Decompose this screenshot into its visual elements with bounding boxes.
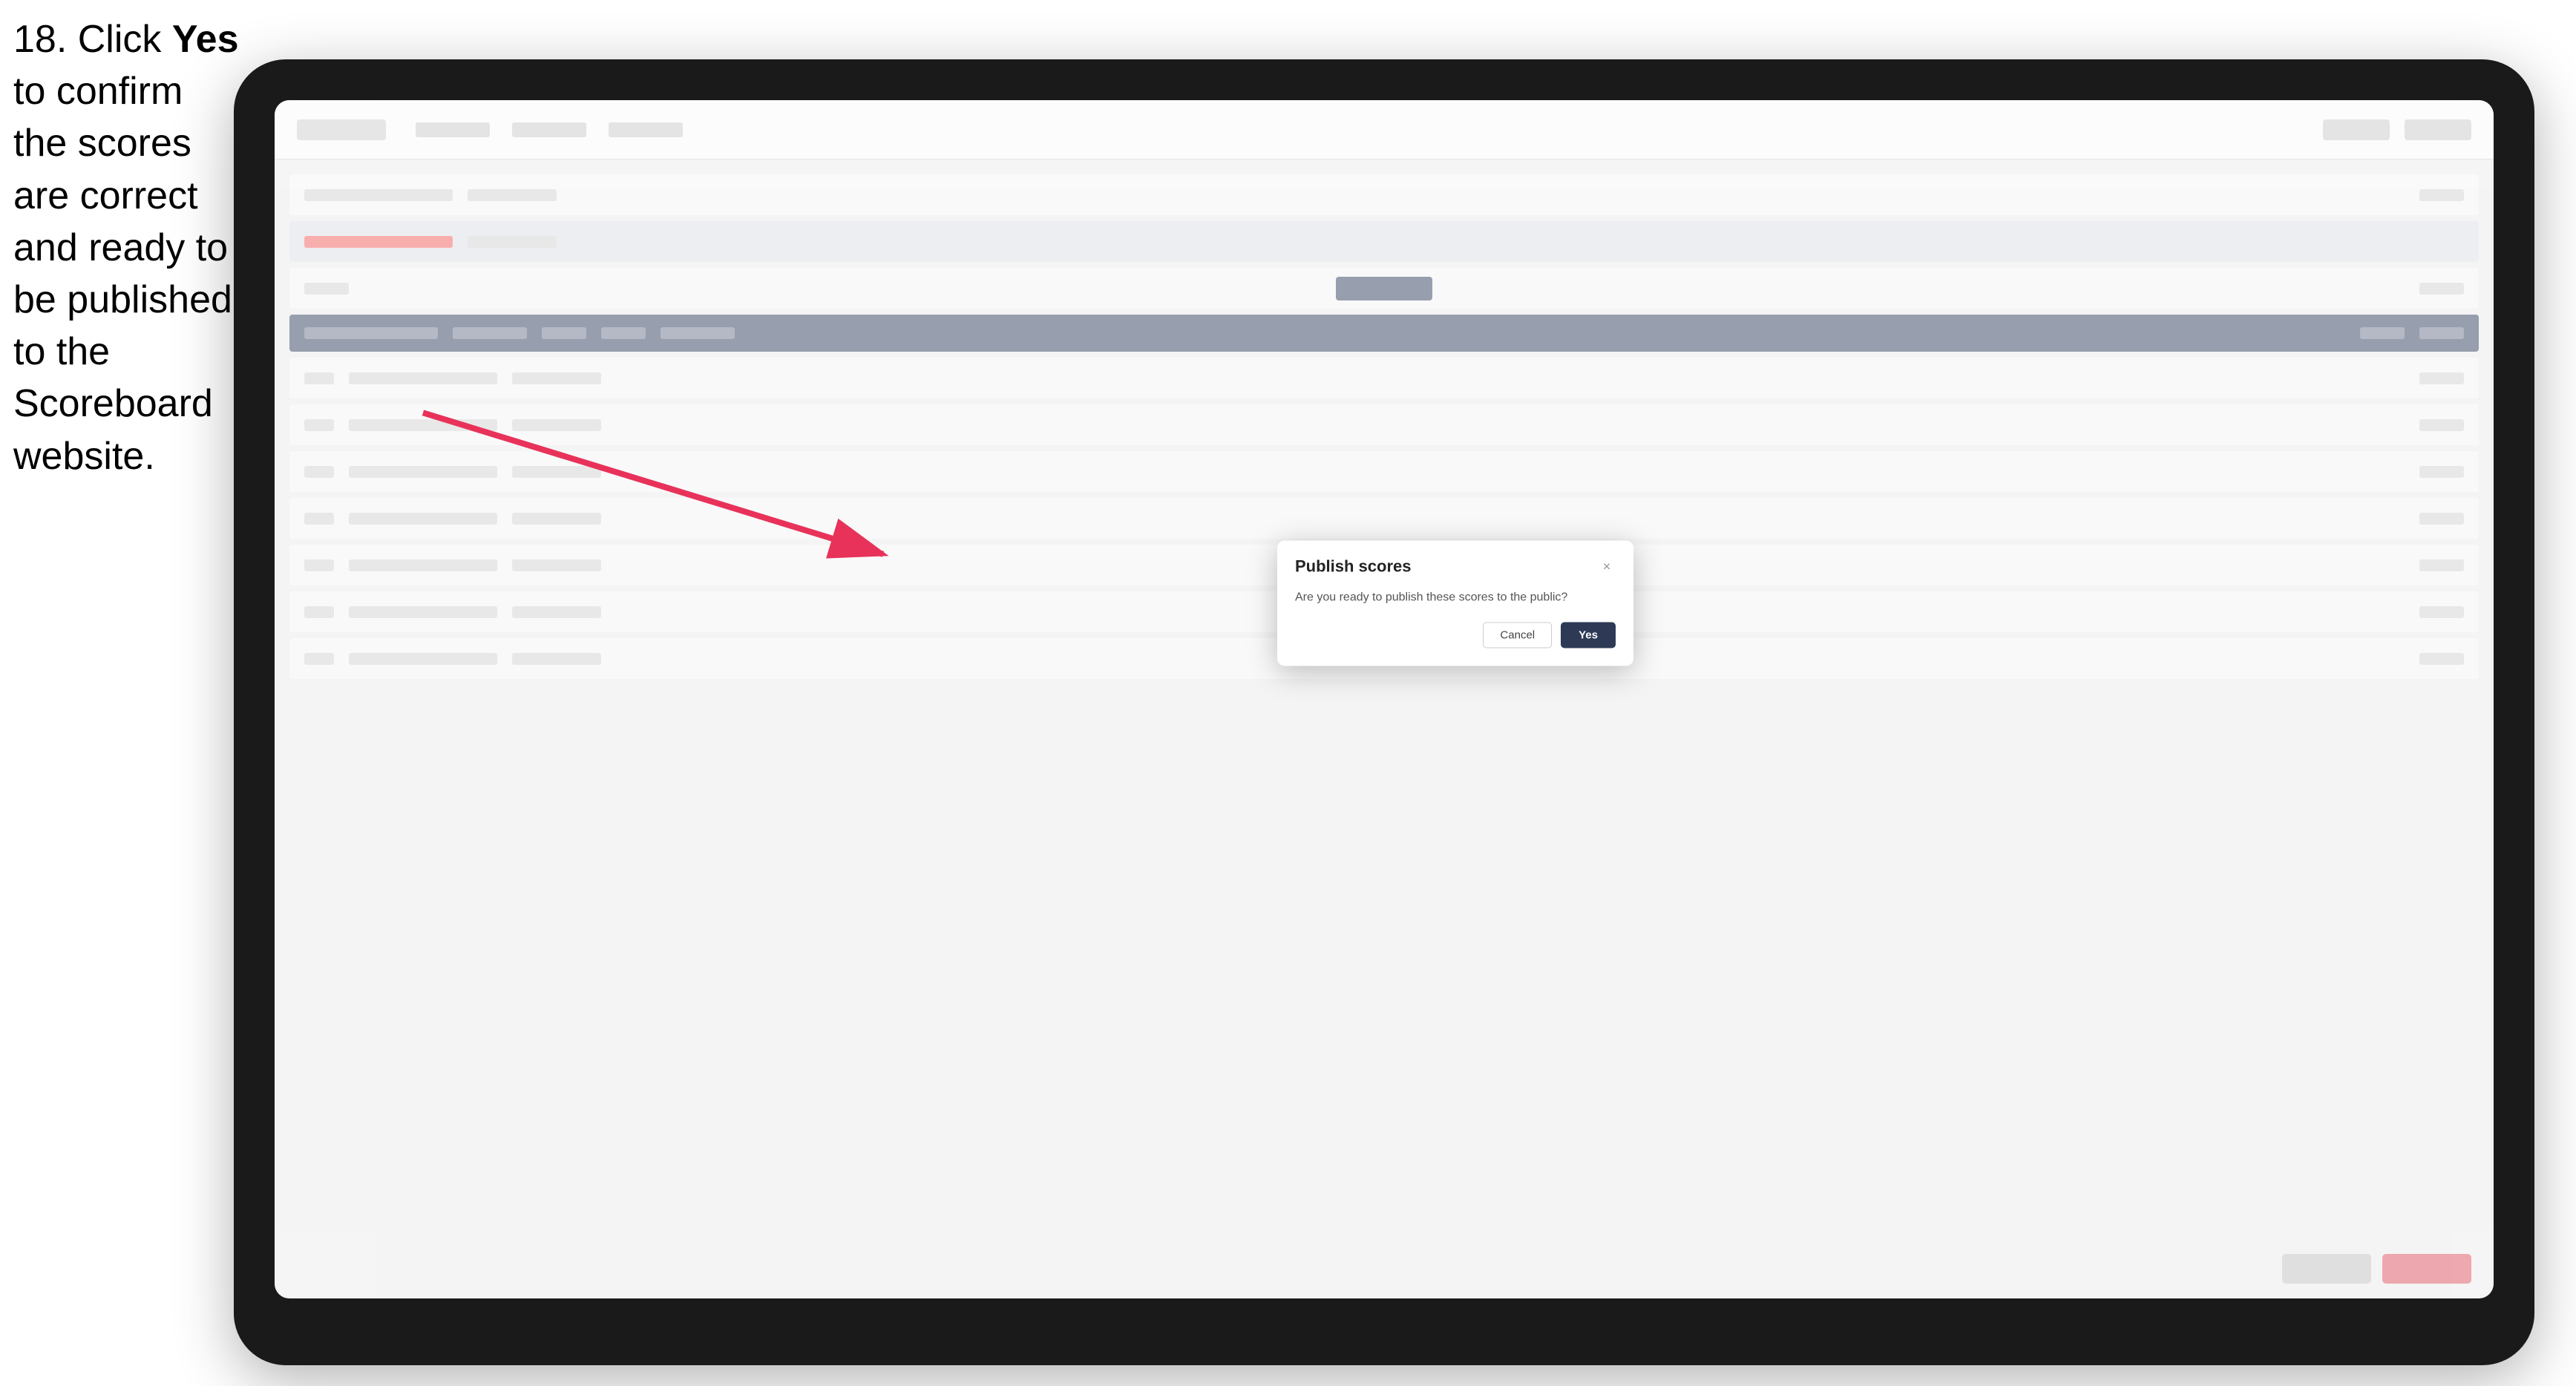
modal-header: Publish scores × (1277, 541, 1633, 588)
table-header (289, 315, 2479, 352)
header-nav (416, 122, 683, 137)
row-val-1 (512, 466, 601, 478)
th-5 (661, 327, 735, 339)
breadcrumb-row (289, 174, 2479, 215)
row-val-1 (512, 419, 601, 431)
row-val-1 (512, 606, 601, 618)
instruction-text: 18. Click Yes to confirm the scores are … (13, 13, 243, 482)
content-area (275, 160, 2494, 1298)
breadcrumb-right (2419, 189, 2464, 201)
row-num (304, 466, 334, 478)
th-7 (2419, 327, 2464, 339)
row-name (349, 513, 497, 525)
row-val-1 (512, 513, 601, 525)
app-logo (297, 119, 386, 140)
row-name (349, 559, 497, 571)
th-1 (304, 327, 438, 339)
toolbar-cell-2 (2419, 283, 2464, 295)
th-4 (601, 327, 646, 339)
row-score (2419, 559, 2464, 571)
header-btn-1 (2323, 119, 2390, 140)
publish-scores-button-bg (2382, 1254, 2471, 1284)
row-num (304, 606, 334, 618)
row-score (2419, 466, 2464, 478)
table-row (289, 451, 2479, 492)
row-num (304, 419, 334, 431)
th-2 (453, 327, 527, 339)
modal-message: Are you ready to publish these scores to… (1295, 591, 1616, 605)
table-row (289, 498, 2479, 539)
nav-item-2 (512, 122, 586, 137)
yes-button[interactable]: Yes (1561, 623, 1616, 648)
row-num (304, 653, 334, 665)
sub-header-cell (304, 236, 453, 248)
row-name (349, 653, 497, 665)
nav-item-1 (416, 122, 490, 137)
modal-close-button[interactable]: × (1598, 558, 1616, 576)
th-6 (2360, 327, 2405, 339)
row-score (2419, 419, 2464, 431)
publish-scores-dialog: Publish scores × Are you ready to publis… (1277, 541, 1633, 666)
header-right (2323, 119, 2471, 140)
row-score (2419, 653, 2464, 665)
row-score (2419, 513, 2464, 525)
sub-header-cell-2 (468, 236, 557, 248)
row-val-1 (512, 653, 601, 665)
header-btn-2 (2405, 119, 2471, 140)
tablet-screen: Publish scores × Are you ready to publis… (275, 100, 2494, 1298)
breadcrumb-cell-2 (468, 189, 557, 201)
row-num (304, 372, 334, 384)
breadcrumb-cell (304, 189, 453, 201)
modal-body: Are you ready to publish these scores to… (1277, 588, 1633, 666)
modal-title: Publish scores (1295, 557, 1412, 577)
toolbar-row (289, 268, 2479, 309)
th-3 (542, 327, 586, 339)
bottom-actions (2282, 1254, 2471, 1284)
row-val-1 (512, 559, 601, 571)
row-name (349, 466, 497, 478)
nav-item-3 (609, 122, 683, 137)
row-num (304, 559, 334, 571)
cancel-button[interactable]: Cancel (1483, 623, 1552, 648)
back-button-bg (2282, 1254, 2371, 1284)
row-name (349, 419, 497, 431)
row-num (304, 513, 334, 525)
instruction-text-after: to confirm the scores are correct and re… (13, 70, 232, 477)
sub-header-row (289, 221, 2479, 262)
row-score (2419, 606, 2464, 618)
app-header (275, 100, 2494, 160)
row-name (349, 606, 497, 618)
step-number: 18. (13, 18, 67, 61)
modal-actions: Cancel Yes (1295, 623, 1616, 648)
publish-button-bg (1336, 277, 1432, 300)
table-row (289, 358, 2479, 398)
instruction-text-before: Click (78, 18, 172, 61)
toolbar-cell-1 (304, 283, 349, 295)
table-row (289, 404, 2479, 445)
tablet-device: Publish scores × Are you ready to publis… (234, 59, 2534, 1365)
row-score (2419, 372, 2464, 384)
row-val-1 (512, 372, 601, 384)
row-name (349, 372, 497, 384)
bold-yes: Yes (172, 18, 239, 61)
